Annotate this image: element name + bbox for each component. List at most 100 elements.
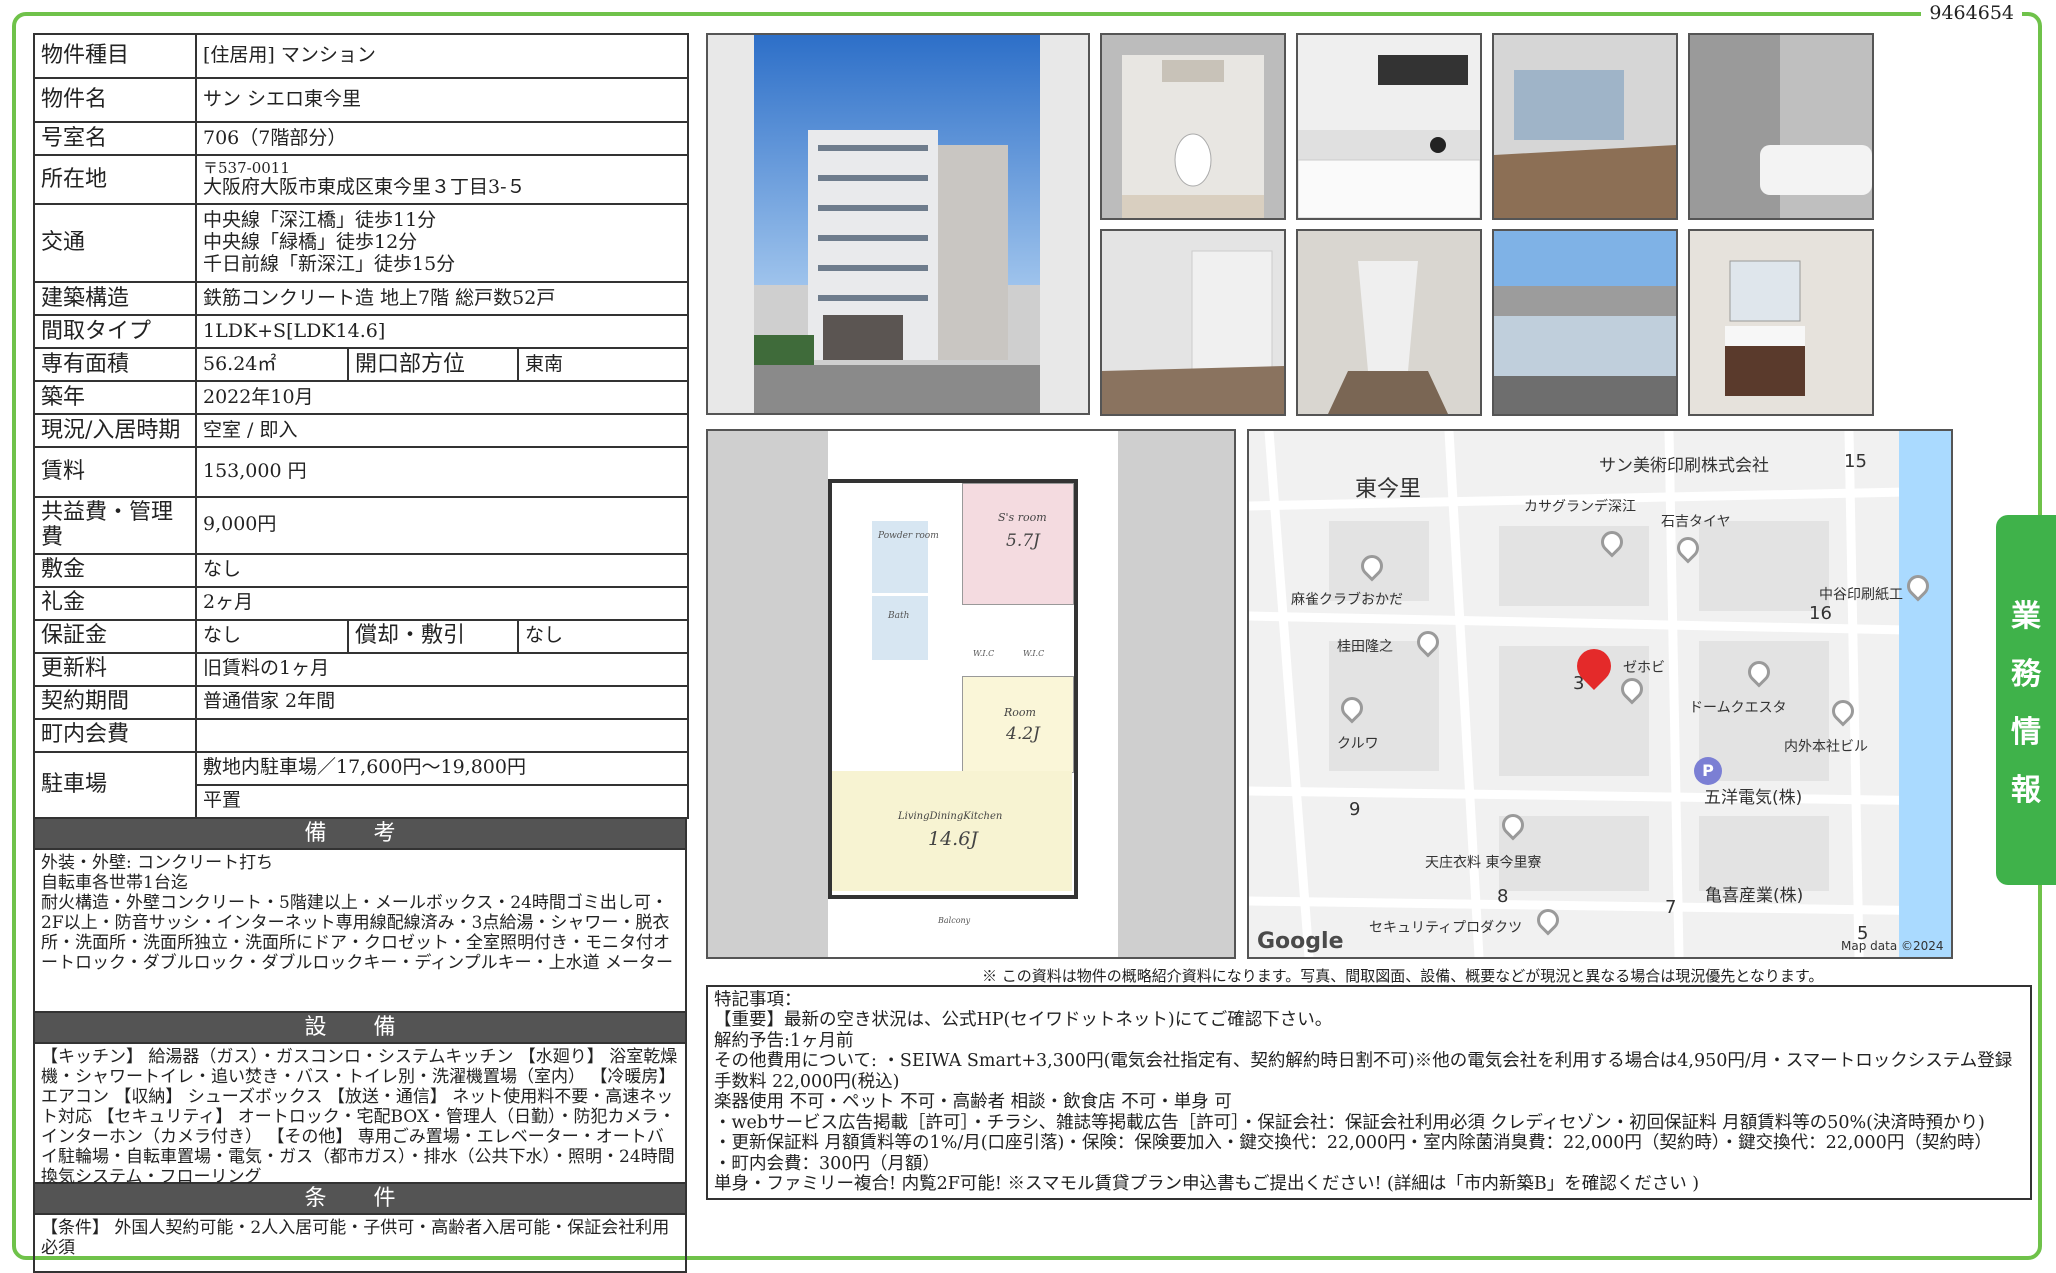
powder-room-label: Powder room bbox=[878, 531, 939, 541]
map-label: カサグランデ深江 bbox=[1524, 499, 1636, 515]
remarks-body: 外装・外壁: コンクリート打ち 自転車各世帯1台迄 耐火構造・外壁コンクリート・… bbox=[33, 849, 687, 1013]
parking-icon: P bbox=[1694, 757, 1722, 785]
map-label: 中谷印刷紙工 bbox=[1819, 587, 1903, 603]
room-illustration bbox=[1102, 231, 1284, 414]
hallway-illustration bbox=[1298, 231, 1480, 414]
s-room-size: 5.7J bbox=[1006, 531, 1040, 551]
access-line: 中央線「深江橋」徒歩11分 bbox=[203, 209, 437, 232]
spec-table: 物件種目 [住居用] マンション 物件名 サン シエロ東今里 号室名 706（7階部分… bbox=[33, 33, 690, 819]
area-value: 56.24㎡ bbox=[195, 347, 349, 382]
special-note-line: ・webサービス広告掲載［許可］・チラシ、雑誌等掲載広告［許可］・保証会社：保証… bbox=[714, 1112, 1985, 1133]
toilet-illustration bbox=[1102, 35, 1284, 218]
address-value: 大阪府大阪市東成区東今里３丁目3-５ bbox=[203, 176, 526, 199]
rent-label: 賃料 bbox=[33, 446, 197, 498]
address-cell: 〒537-0011 大阪府大阪市東成区東今里３丁目3-５ bbox=[194, 154, 690, 205]
hallway-photo bbox=[1296, 229, 1482, 416]
layout-label: 間取タイプ bbox=[33, 314, 197, 349]
special-notes: 特記事項： 【重要】最新の空き状況は、公式HP(セイワドットネット)にてご確認下… bbox=[706, 985, 2032, 1200]
map-label: 桂田隆之 bbox=[1337, 639, 1393, 655]
map-label: 五洋電気(株) bbox=[1704, 788, 1803, 808]
balcony-photo bbox=[1492, 229, 1678, 416]
town-fee-value bbox=[194, 717, 690, 753]
deposit-label: 敷金 bbox=[33, 552, 197, 588]
map-block-number: 16 bbox=[1809, 603, 1832, 624]
washroom-illustration bbox=[1690, 231, 1872, 414]
type-value: [住居用] マンション bbox=[194, 33, 690, 79]
map-label: 内外本社ビル bbox=[1784, 739, 1868, 755]
structure-value: 鉄筋コンクリート造 地上7階 総戸数52戸 bbox=[194, 281, 690, 316]
map-label: サン美術印刷株式会社 bbox=[1599, 456, 1769, 476]
built-value: 2022年10月 bbox=[194, 380, 690, 415]
map-label: ドームクエスタ bbox=[1689, 700, 1787, 716]
type-label: 物件種目 bbox=[33, 33, 197, 79]
washroom-photo bbox=[1688, 229, 1874, 416]
fee-label: 共益費・管理費 bbox=[33, 496, 197, 555]
contract-value: 普通借家 2年間 bbox=[194, 684, 690, 720]
kitchen-photo bbox=[1296, 33, 1482, 220]
tab-char: 務 bbox=[2011, 657, 2041, 692]
parking-value: 敷地内駐車場／17,600円～19,800円 bbox=[194, 750, 690, 786]
special-note-line: ・町内会費：300円（月額） bbox=[714, 1153, 940, 1174]
facing-value: 東南 bbox=[516, 347, 690, 382]
amortization-label: 償却・敷引 bbox=[347, 618, 519, 654]
name-label: 物件名 bbox=[33, 77, 197, 123]
equipment-header: 設 備 bbox=[33, 1012, 687, 1044]
rent-value: 153,000 円 bbox=[194, 446, 690, 498]
bathroom-photo bbox=[1688, 33, 1874, 220]
fee-value: 9,000円 bbox=[194, 496, 690, 555]
map-area-name: 東今里 bbox=[1355, 477, 1422, 502]
balcony-illustration bbox=[1494, 231, 1676, 414]
google-logo: Google bbox=[1257, 929, 1344, 954]
map-label: 石吉タイヤ bbox=[1661, 514, 1731, 530]
business-info-tab[interactable]: 業 務 情 報 bbox=[1996, 515, 2056, 885]
tab-char: 報 bbox=[2011, 773, 2041, 808]
toilet-photo bbox=[1100, 33, 1286, 220]
living-photo bbox=[1492, 33, 1678, 220]
parking-type: 平置 bbox=[194, 783, 690, 819]
map-block-number: 8 bbox=[1497, 886, 1509, 907]
ldk-label: LivingDiningKitchen bbox=[898, 811, 1003, 822]
status-value: 空室 / 即入 bbox=[194, 413, 690, 448]
special-note-line: 解約予告:1ヶ月前 bbox=[714, 1030, 854, 1051]
tab-char: 業 bbox=[2011, 599, 2041, 634]
equipment-body: 【キッチン】 給湯器（ガス）・ガスコンロ・システムキッチン 【水廻り】 浴室乾燥… bbox=[33, 1043, 687, 1187]
key-money-label: 礼金 bbox=[33, 585, 197, 621]
status-label: 現況/入居時期 bbox=[33, 413, 197, 448]
guarantee-label: 保証金 bbox=[33, 618, 197, 654]
room-photo bbox=[1100, 229, 1286, 416]
property-spec: 物件種目 [住居用] マンション 物件名 サン シエロ東今里 号室名 706（7階部分… bbox=[33, 33, 690, 1273]
location-map[interactable]: 東今里 サン美術印刷株式会社 カサグランデ深江 石吉タイヤ 麻雀クラブおかだ 中… bbox=[1247, 429, 1953, 959]
room-label: Room bbox=[1004, 706, 1036, 719]
conditions-header: 条 件 bbox=[33, 1183, 687, 1215]
built-label: 築年 bbox=[33, 380, 197, 415]
amortization-value: なし bbox=[516, 618, 690, 654]
special-note-line: 特記事項： bbox=[714, 990, 802, 1010]
map-block-number: 15 bbox=[1844, 451, 1867, 472]
map-copyright: Map data ©2024 bbox=[1841, 939, 1944, 953]
map-label: 亀喜産業(株) bbox=[1705, 886, 1804, 906]
renewal-value: 旧賃料の1ヶ月 bbox=[194, 651, 690, 687]
map-block-number: 9 bbox=[1349, 799, 1361, 820]
living-illustration bbox=[1494, 35, 1676, 218]
facing-label: 開口部方位 bbox=[347, 347, 519, 382]
room-size: 4.2J bbox=[1006, 724, 1040, 744]
guarantee-value: なし bbox=[195, 618, 349, 654]
map-label: 天庄衣料 東今里寮 bbox=[1425, 855, 1542, 871]
wic-label: W.I.C bbox=[1023, 649, 1045, 658]
map-label: クルワ bbox=[1337, 736, 1379, 752]
special-note-line: ・更新保証料 月額賃料等の1%/月(口座引落)・保険：保険要加入・鍵交換代：22… bbox=[714, 1133, 1992, 1154]
disclaimer-note: ※ この資料は物件の概略紹介資料になります。写真、間取図面、設備、概要などが現況… bbox=[982, 967, 1824, 985]
bathroom-illustration bbox=[1690, 35, 1872, 218]
room-value: 706（7階部分） bbox=[194, 121, 690, 156]
map-label: 麻雀クラブおかだ bbox=[1291, 592, 1403, 608]
building-illustration bbox=[754, 35, 1040, 413]
document-number: 9464654 bbox=[1921, 2, 2022, 24]
name-value: サン シエロ東今里 bbox=[194, 77, 690, 123]
parking-label: 駐車場 bbox=[33, 750, 197, 819]
address-label: 所在地 bbox=[33, 154, 197, 205]
layout-value: 1LDK+S[LDK14.6] bbox=[194, 314, 690, 349]
town-fee-label: 町内会費 bbox=[33, 717, 197, 753]
renewal-label: 更新料 bbox=[33, 651, 197, 687]
access-line: 中央線「緑橋」徒歩12分 bbox=[203, 231, 418, 254]
remarks-header: 備 考 bbox=[33, 818, 687, 850]
